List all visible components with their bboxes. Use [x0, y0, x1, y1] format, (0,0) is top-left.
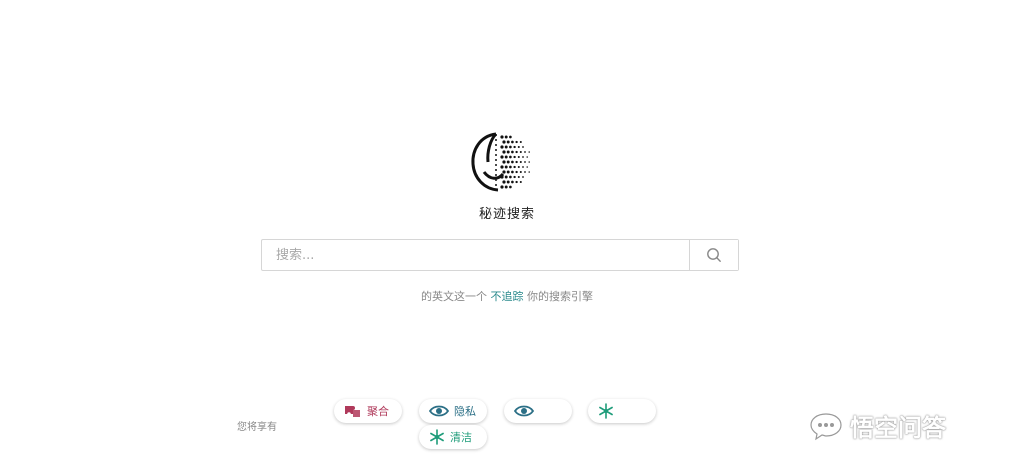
feature-pill-snowflake[interactable]: [588, 399, 656, 423]
eye-icon: [429, 405, 449, 417]
search-icon: [707, 248, 721, 262]
snowflake-icon: [599, 403, 613, 419]
feature-label: 聚合: [367, 405, 389, 418]
feature-label: 清洁: [450, 431, 472, 444]
tagline-suffix: 你的搜索引擎: [527, 290, 593, 303]
eye-icon: [514, 405, 534, 417]
puzzle-icon: [345, 406, 360, 417]
feature-pill-clean[interactable]: 清洁: [419, 425, 487, 449]
tagline-prefix: 的英文这一个: [421, 290, 487, 303]
search-input[interactable]: [262, 240, 689, 270]
search-box: [261, 239, 739, 271]
mijisearch-logo-icon: [471, 132, 530, 192]
features-label: 您将享有: [237, 422, 277, 433]
feature-pill-aggregate[interactable]: 聚合: [334, 399, 402, 423]
feature-pill-eye[interactable]: [504, 399, 572, 423]
brand-name: 秘迹搜索: [478, 207, 535, 222]
watermark-text: 悟空问答: [850, 414, 946, 442]
watermark: 悟空问答: [808, 408, 946, 443]
tagline-highlight: 不追踪: [490, 290, 524, 303]
feature-label: 隐私: [454, 405, 476, 418]
logo: [466, 128, 538, 196]
chat-bubble-icon: [810, 412, 842, 440]
feature-pill-privacy[interactable]: 隐私: [419, 399, 487, 423]
snowflake-icon: [430, 429, 444, 445]
search-button[interactable]: [689, 240, 738, 270]
tagline: 的英文这一个 不追踪 你的搜索引擎: [0, 288, 1014, 304]
